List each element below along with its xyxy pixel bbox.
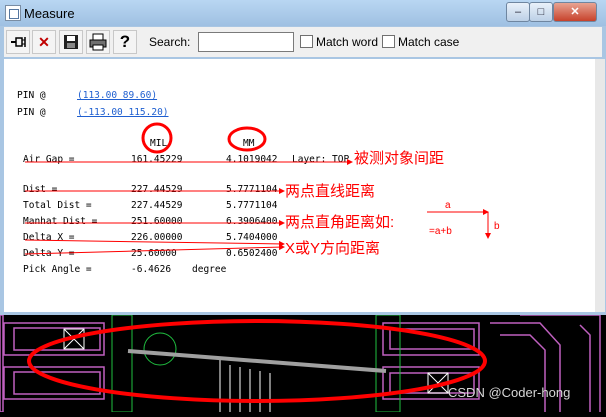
annotation-delta: X或Y方向距离 [285, 240, 381, 257]
arrow-delta-y [24, 244, 285, 255]
annotation-air-gap: 被测对象间距 [354, 150, 445, 167]
annotation-dist: 两点直线距离 [285, 183, 376, 200]
arrow-delta-x [24, 239, 285, 247]
mil-circle [141, 122, 173, 154]
diagram-formula: =a+b [429, 226, 452, 237]
watermark: CSDN @Coder-hong [448, 385, 571, 400]
mm-circle [227, 126, 267, 152]
diagram-label-a: a [445, 200, 451, 211]
annotation-manhat: 两点直角距离如: [285, 214, 395, 231]
diagram-label-b: b [494, 221, 500, 232]
